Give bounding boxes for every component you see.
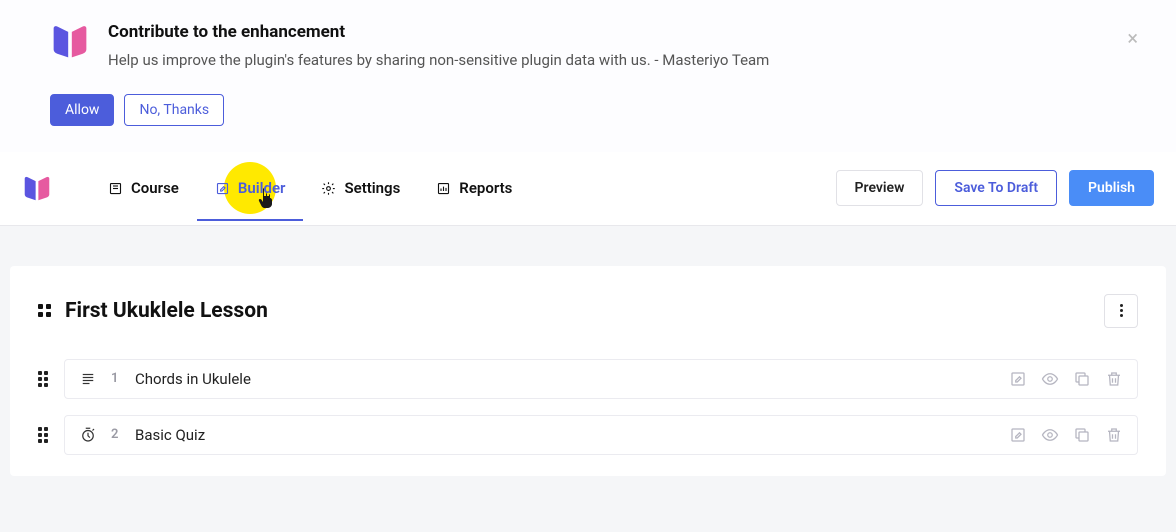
tab-reports[interactable]: Reports	[418, 155, 530, 221]
edit-icon[interactable]	[1009, 370, 1027, 388]
eye-icon[interactable]	[1041, 426, 1059, 444]
tab-reports-label: Reports	[459, 179, 512, 197]
list-item: 1 Chords in Ukulele	[38, 358, 1138, 400]
builder-content: First Ukuklele Lesson 1 Chords in Ukulel…	[0, 226, 1176, 486]
lesson-text-icon	[79, 370, 97, 388]
lesson-name: Chords in Ukulele	[135, 370, 995, 388]
eye-icon[interactable]	[1041, 370, 1059, 388]
trash-icon[interactable]	[1105, 370, 1123, 388]
notice-title: Contribute to the enhancement	[108, 22, 769, 42]
tab-course-label: Course	[131, 179, 179, 197]
publish-button[interactable]: Publish	[1069, 170, 1154, 206]
preview-button[interactable]: Preview	[836, 170, 924, 206]
list-item: 2 Basic Quiz	[38, 414, 1138, 456]
lesson-row[interactable]: 1 Chords in Ukulele	[64, 359, 1138, 399]
lesson-name: Basic Quiz	[135, 426, 995, 444]
contribution-notice: Contribute to the enhancement Help us im…	[0, 0, 1176, 152]
quiz-timer-icon	[79, 426, 97, 444]
book-icon	[108, 181, 123, 196]
close-icon[interactable]: ×	[1127, 28, 1138, 48]
edit-icon[interactable]	[1009, 426, 1027, 444]
copy-icon[interactable]	[1073, 370, 1091, 388]
kebab-icon	[1120, 304, 1123, 317]
drag-handle-icon[interactable]	[38, 304, 51, 317]
section-actions-menu[interactable]	[1104, 294, 1138, 328]
save-draft-button[interactable]: Save To Draft	[935, 170, 1057, 206]
app-logo-icon	[22, 174, 52, 202]
tab-settings[interactable]: Settings	[303, 155, 418, 221]
drag-handle-icon[interactable]	[38, 371, 48, 387]
lesson-index: 1	[111, 371, 121, 386]
tab-course[interactable]: Course	[90, 155, 197, 221]
allow-button[interactable]: Allow	[50, 94, 114, 126]
report-icon	[436, 181, 451, 196]
lesson-index: 2	[111, 427, 121, 442]
no-thanks-button[interactable]: No, Thanks	[124, 94, 224, 126]
section-card: First Ukuklele Lesson 1 Chords in Ukulel…	[10, 266, 1166, 476]
copy-icon[interactable]	[1073, 426, 1091, 444]
quiz-row[interactable]: 2 Basic Quiz	[64, 415, 1138, 455]
masteriyo-logo-icon	[50, 22, 90, 60]
tab-builder[interactable]: Builder	[197, 155, 304, 221]
notice-body: Help us improve the plugin's features by…	[108, 50, 769, 72]
drag-handle-icon[interactable]	[38, 427, 48, 443]
section-title[interactable]: First Ukuklele Lesson	[65, 299, 1090, 323]
edit-square-icon	[215, 181, 230, 196]
trash-icon[interactable]	[1105, 426, 1123, 444]
gear-icon	[321, 181, 336, 196]
tab-builder-label: Builder	[238, 179, 286, 197]
top-nav: Course Builder Settings Reports Preview …	[0, 152, 1176, 226]
tab-settings-label: Settings	[344, 179, 400, 197]
